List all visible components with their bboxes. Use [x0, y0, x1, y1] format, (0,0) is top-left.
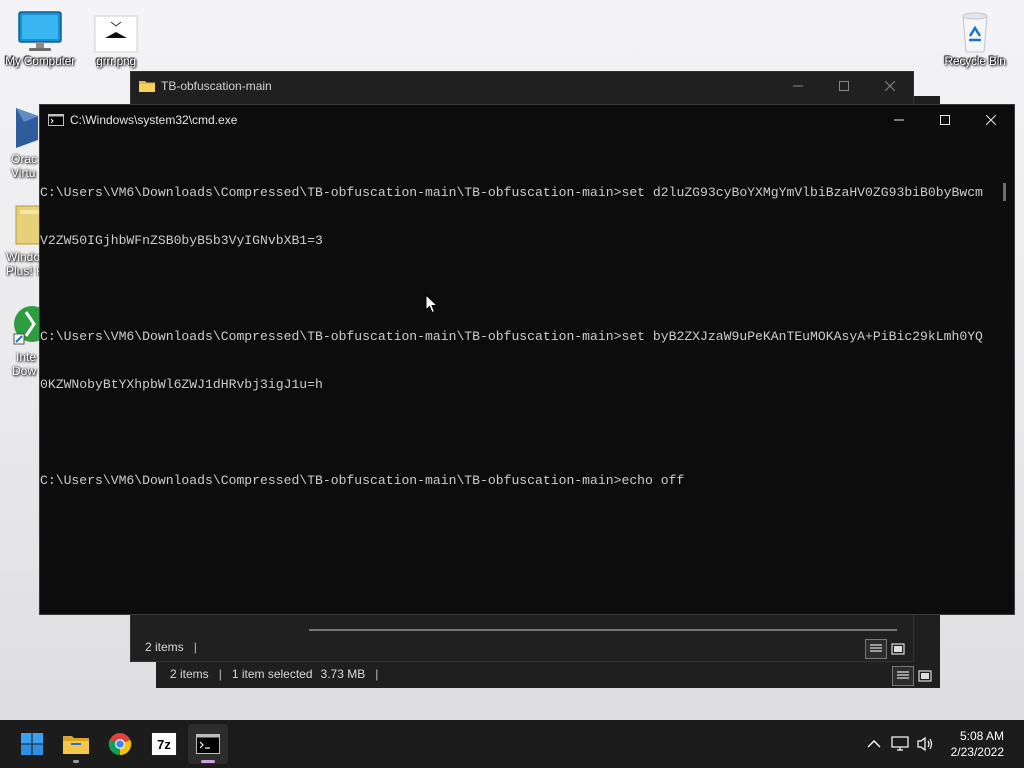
status-item-count: 2 items [145, 640, 184, 654]
large-icons-view-button[interactable] [914, 666, 936, 686]
cmd-close-button[interactable] [968, 105, 1014, 135]
chrome-icon [108, 733, 132, 756]
status-selected: 1 item selected [231, 667, 313, 681]
explorer-maximize-button[interactable] [821, 72, 867, 100]
explorer-title-bar[interactable]: TB-obfuscation-main [131, 72, 913, 100]
cmd-window[interactable]: C:\Windows\system32\cmd.exe C:\Users\VM6… [39, 104, 1015, 615]
download-manager-icon [13, 306, 40, 345]
maximize-icon [839, 81, 849, 91]
cmd-minimize-button[interactable] [876, 105, 922, 135]
clock-date: 2/23/2022 [950, 745, 1004, 759]
list-view-icon [870, 644, 882, 652]
desktop-icon-label: Plus! F [6, 264, 40, 278]
cmd-window-title: C:\Windows\system32\cmd.exe [70, 113, 238, 127]
explorer-minimize-button[interactable] [775, 72, 821, 100]
folder-icon [139, 81, 155, 92]
volume-button[interactable] [916, 734, 936, 754]
cmd-vertical-scrollbar[interactable] [996, 135, 1014, 614]
7zip-icon: 7z [151, 732, 177, 756]
desktop-icon-grrr-png[interactable]: grrr.png [76, 10, 156, 68]
tile-view-icon [918, 670, 932, 682]
taskbar-clock[interactable]: 5:08 AM 2/23/2022 [951, 728, 1004, 760]
explorer-close-button[interactable] [867, 72, 913, 100]
cmd-title-bar[interactable]: C:\Windows\system32\cmd.exe [40, 105, 1014, 135]
desktop-icon-label: grrr.png [96, 54, 136, 68]
taskbar-7zip[interactable]: 7z [144, 724, 184, 764]
desktop-icon-label: Windo [6, 250, 40, 264]
terminal-icon [196, 734, 220, 754]
folder-document-icon [15, 205, 40, 245]
taskbar-command-prompt[interactable] [188, 724, 228, 764]
console-line: C:\Users\VM6\Downloads\Compressed\TB-obf… [40, 473, 685, 488]
network-status-button[interactable] [890, 734, 910, 754]
desktop-icon-label: Virtu [11, 166, 36, 180]
network-icon [891, 736, 909, 751]
windows-logo-icon [21, 733, 43, 755]
minimize-icon [793, 85, 803, 87]
speaker-icon [917, 736, 933, 752]
desktop-icon-oracle-virtualbox[interactable]: Orac Virtu [0, 104, 40, 190]
recycle-bin-icon [962, 12, 988, 53]
console-line: V2ZW50IGjhbWFnZSB0byB5b3VyIGNvbXB1=3 [40, 233, 323, 248]
clock-time: 5:08 AM [959, 729, 1004, 743]
tile-view-icon [891, 643, 905, 655]
folder-icon [63, 736, 89, 754]
close-icon [885, 81, 895, 91]
desktop-icon-label: Inte [16, 350, 37, 364]
desktop-icon-label: Recycle Bin [944, 54, 1006, 68]
taskbar-file-explorer[interactable] [56, 724, 96, 764]
desktop-icon-windows-plus[interactable]: Windo Plus! F [0, 200, 40, 286]
taskbar: 7z 5:08 AM 2/23/2022 [0, 720, 1024, 768]
horizontal-scrollbar[interactable] [309, 629, 897, 631]
desktop-icon-label: My Computer [5, 54, 75, 68]
minimize-icon [894, 119, 904, 121]
explorer-status-bar: 2 items | [131, 633, 913, 661]
desktop-icon-label: Dow [12, 364, 37, 378]
console-line: C:\Users\VM6\Downloads\Compressed\TB-obf… [40, 329, 983, 344]
console-line: C:\Users\VM6\Downloads\Compressed\TB-obf… [40, 185, 983, 200]
monitor-icon [18, 11, 62, 51]
cmd-maximize-button[interactable] [922, 105, 968, 135]
maximize-icon [940, 115, 950, 125]
status-size: 3.73 MB [320, 667, 366, 681]
console-output[interactable]: C:\Users\VM6\Downloads\Compressed\TB-obf… [40, 153, 996, 614]
mouse-cursor-icon [425, 294, 439, 314]
status-separator: | [375, 667, 379, 681]
show-hidden-icons-button[interactable] [864, 734, 884, 754]
details-view-button[interactable] [865, 639, 887, 659]
taskbar-chrome[interactable] [100, 724, 140, 764]
desktop-icon-my-computer[interactable]: My Computer [0, 10, 80, 68]
explorer-status-bar: 2 items | 1 item selected 3.73 MB | [156, 660, 940, 688]
start-button[interactable] [12, 724, 52, 764]
console-line: 0KZWNobyBtYXhpbWl6ZWJ1dHRvbj3igJ1u=h [40, 377, 323, 392]
desktop-icon-internet-download[interactable]: Inte Dow [0, 302, 40, 388]
cmd-app-icon [48, 114, 64, 126]
details-view-button[interactable] [892, 666, 914, 686]
scrollbar-thumb[interactable] [1003, 183, 1006, 201]
desktop-icon-recycle-bin[interactable]: Recycle Bin [935, 10, 1015, 68]
close-icon [986, 115, 996, 125]
large-icons-view-button[interactable] [887, 639, 909, 659]
desktop-icon-label: Orac [11, 152, 38, 166]
list-view-icon [897, 671, 909, 679]
status-separator: | [218, 667, 222, 681]
status-separator: | [193, 640, 197, 654]
virtualbox-icon [16, 108, 38, 148]
running-indicator [73, 760, 79, 763]
active-indicator [201, 760, 215, 763]
status-item-count: 2 items [170, 667, 209, 681]
explorer-window-title: TB-obfuscation-main [161, 79, 272, 93]
7zip-icon-text: 7z [157, 736, 171, 752]
image-file-icon [94, 15, 138, 53]
chevron-up-icon [867, 740, 881, 748]
